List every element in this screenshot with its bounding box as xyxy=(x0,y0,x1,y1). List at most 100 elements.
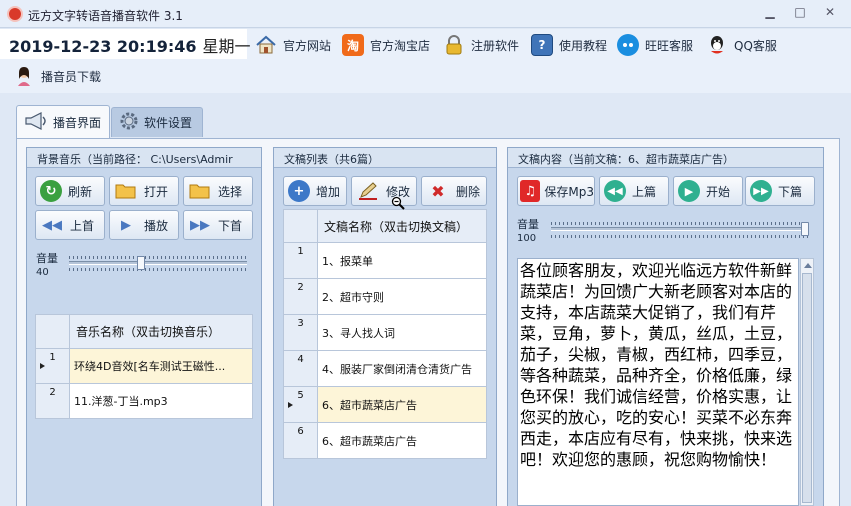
open-button[interactable]: 打开 xyxy=(109,176,179,206)
play-icon: ▶ xyxy=(121,217,131,233)
select-label: 选择 xyxy=(218,184,243,199)
register-link[interactable]: 注册软件 xyxy=(443,32,519,58)
music-name-cell[interactable]: 11.洋葱-丁当.mp3 xyxy=(69,383,253,419)
close-button[interactable]: ✕ xyxy=(819,5,841,23)
taobao-store-label: 官方淘宝店 xyxy=(370,38,431,53)
announcer-download-link[interactable]: 播音员下载 xyxy=(13,63,101,89)
music-volume-slider[interactable] xyxy=(69,261,247,265)
content-scrollbar[interactable] xyxy=(800,258,814,506)
save-mp3-button[interactable]: ♫ 保存Mp3 xyxy=(517,176,595,206)
script-name-cell[interactable]: 4、服装厂家倒闭清仓清货广告 xyxy=(317,350,487,387)
table-row[interactable]: 6 6、超市蔬菜店广告 xyxy=(283,422,487,459)
current-row-marker-icon xyxy=(288,401,293,408)
folder-icon xyxy=(188,180,212,202)
title-bar: 远方文字转语音播音软件 3.1 ▁ □ ✕ xyxy=(0,0,851,28)
taobao-store-link[interactable]: 淘 官方淘宝店 xyxy=(342,32,430,58)
music-volume-thumb[interactable] xyxy=(137,256,145,270)
tutorial-link[interactable]: ? 使用教程 xyxy=(531,32,607,58)
next-track-button[interactable]: ▶▶ 下首 xyxy=(183,210,253,240)
next-icon: ▶▶ xyxy=(190,217,210,233)
previous-script-label: 上篇 xyxy=(632,184,657,199)
tab-settings-label: 软件设置 xyxy=(144,116,193,130)
previous-track-button[interactable]: ◀◀ 上首 xyxy=(35,210,105,240)
official-site-link[interactable]: 官方网站 xyxy=(255,32,331,58)
qq-icon xyxy=(706,34,728,56)
speech-volume-ticks-bottom xyxy=(551,235,809,238)
rewind-icon: ◀◀ xyxy=(604,180,626,202)
music-name-column-header[interactable]: 音乐名称（双击切换音乐） xyxy=(69,314,253,349)
speech-volume-thumb[interactable] xyxy=(801,222,809,236)
scroll-up-arrow-icon[interactable] xyxy=(804,263,812,268)
speech-volume-ticks xyxy=(551,222,809,225)
fast-forward-icon: ▶▶ xyxy=(750,180,772,202)
delete-script-button[interactable]: ✖ 删除 xyxy=(421,176,487,206)
script-name-cell[interactable]: 6、超市蔬菜店广告 xyxy=(317,386,487,423)
script-content-textarea[interactable]: 各位顾客朋友，欢迎光临远方软件新鲜蔬菜店！为回馈广大新老顾客对本店的支持，本店蔬… xyxy=(517,258,799,506)
tab-broadcast-label: 播音界面 xyxy=(53,116,102,130)
row-number: 6 xyxy=(283,422,318,459)
zoom-cursor-icon xyxy=(391,196,405,210)
add-script-button[interactable]: + 增加 xyxy=(283,176,347,206)
lock-icon xyxy=(443,34,465,56)
date-time-text: 2019-12-23 20:19:46 xyxy=(9,37,197,56)
table-row[interactable]: 3 3、寻人找人词 xyxy=(283,314,487,351)
table-row[interactable]: 2 11.洋葱-丁当.mp3 xyxy=(35,383,253,419)
wangwang-service-link[interactable]: 旺旺客服 xyxy=(617,32,693,58)
table-row[interactable]: 5 6、超市蔬菜店广告 xyxy=(283,386,487,423)
music-table-header: 音乐名称（双击切换音乐） xyxy=(35,314,253,349)
wangwang-service-label: 旺旺客服 xyxy=(645,38,694,53)
table-row[interactable]: 4 4、服装厂家倒闭清仓清货广告 xyxy=(283,350,487,387)
app-logo-icon xyxy=(7,6,23,22)
row-number: 2 xyxy=(35,383,70,419)
script-name-cell[interactable]: 3、寻人找人词 xyxy=(317,314,487,351)
row-number: 1 xyxy=(283,242,318,279)
current-row-marker-icon xyxy=(40,363,45,369)
start-button[interactable]: ▶ 开始 xyxy=(673,176,743,206)
minimize-button[interactable]: ▁ xyxy=(759,5,781,23)
script-name-cell[interactable]: 2、超市守则 xyxy=(317,278,487,315)
script-name-column-header[interactable]: 文稿名称（双击切换文稿） xyxy=(317,209,487,243)
speech-volume-slider[interactable] xyxy=(551,227,809,231)
speech-volume-label: 音量 xyxy=(517,218,539,231)
row-number: 2 xyxy=(283,278,318,315)
row-number-text: 5 xyxy=(297,390,304,401)
add-script-label: 增加 xyxy=(316,184,341,199)
previous-script-button[interactable]: ◀◀ 上篇 xyxy=(599,176,669,206)
pencil-icon xyxy=(356,180,380,202)
music-name-cell[interactable]: 环绕4D音效[名车测试王磁性... xyxy=(69,348,253,384)
refresh-button[interactable]: ↻ 刷新 xyxy=(35,176,105,206)
table-row[interactable]: 2 2、超市守则 xyxy=(283,278,487,315)
restore-button[interactable]: □ xyxy=(789,5,811,23)
music-volume-ticks-bottom xyxy=(69,268,247,271)
folder-open-icon xyxy=(114,180,138,202)
home-icon xyxy=(255,34,277,56)
table-row[interactable]: 1 1、报菜单 xyxy=(283,242,487,279)
next-script-button[interactable]: ▶▶ 下篇 xyxy=(745,176,815,206)
megaphone-icon xyxy=(23,111,49,134)
tab-settings[interactable]: 软件设置 xyxy=(111,107,203,137)
wangwang-icon xyxy=(617,34,639,56)
qq-service-link[interactable]: QQ客服 xyxy=(706,32,777,58)
script-panel-title: 文稿列表（共6篇） xyxy=(274,148,496,168)
delete-icon: ✖ xyxy=(431,181,445,201)
content-panel-title: 文稿内容（当前文稿：6、超市蔬菜店广告） xyxy=(508,148,823,168)
play-button[interactable]: ▶ 播放 xyxy=(109,210,179,240)
table-row[interactable]: 1 环绕4D音效[名车测试王磁性... xyxy=(35,348,253,384)
music-volume-value: 40 xyxy=(36,267,49,278)
edit-script-button[interactable]: 修改 xyxy=(351,176,417,206)
music-volume-label: 音量 xyxy=(36,252,58,265)
play-circle-icon: ▶ xyxy=(678,180,700,202)
add-icon: + xyxy=(288,180,310,202)
taobao-icon: 淘 xyxy=(342,34,364,56)
tab-broadcast[interactable]: 播音界面 xyxy=(16,105,110,139)
music-volume-ticks xyxy=(69,256,247,259)
window-title: 远方文字转语音播音软件 3.1 xyxy=(28,9,183,23)
script-name-cell[interactable]: 6、超市蔬菜店广告 xyxy=(317,422,487,459)
start-label: 开始 xyxy=(706,184,731,199)
script-name-cell[interactable]: 1、报菜单 xyxy=(317,242,487,279)
previous-icon: ◀◀ xyxy=(42,217,62,233)
date-time-display: 2019-12-23 20:19:46 星期一 xyxy=(0,29,251,59)
scrollbar-thumb[interactable] xyxy=(802,273,812,503)
select-button[interactable]: 选择 xyxy=(183,176,253,206)
music-panel-title: 背景音乐（当前路径： C:\Users\Admir xyxy=(27,148,261,168)
